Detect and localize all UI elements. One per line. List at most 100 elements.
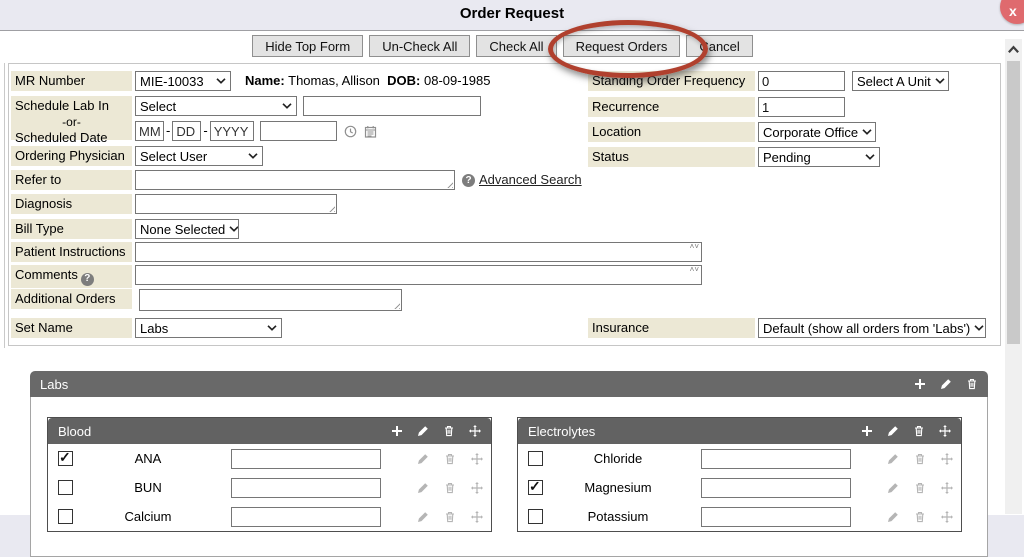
trash-icon[interactable] bbox=[444, 453, 456, 465]
trash-icon[interactable] bbox=[914, 482, 926, 494]
schedule-lab-in-input[interactable] bbox=[303, 96, 481, 116]
lab-item-input[interactable] bbox=[701, 507, 851, 527]
request-orders-button[interactable]: Request Orders bbox=[563, 35, 681, 57]
lab-item-row: BUN bbox=[48, 473, 491, 502]
lab-item-checkbox[interactable] bbox=[528, 509, 543, 524]
chevron-up-icon[interactable] bbox=[1007, 42, 1020, 56]
clock-icon[interactable] bbox=[344, 125, 357, 138]
move-icon[interactable] bbox=[471, 482, 483, 494]
date-month-input[interactable] bbox=[135, 121, 164, 141]
lab-item-name: Chloride bbox=[543, 451, 693, 466]
status-label: Status bbox=[588, 147, 755, 167]
date-day-input[interactable] bbox=[172, 121, 201, 141]
pencil-icon[interactable] bbox=[887, 453, 899, 465]
pencil-icon[interactable] bbox=[940, 378, 952, 390]
electrolytes-panel-title: Electrolytes bbox=[528, 424, 595, 439]
trash-icon[interactable] bbox=[913, 425, 925, 437]
trash-icon[interactable] bbox=[443, 425, 455, 437]
refer-to-label: Refer to bbox=[11, 170, 132, 190]
plus-icon[interactable] bbox=[391, 425, 403, 437]
lab-item-input[interactable] bbox=[231, 478, 381, 498]
plus-icon[interactable] bbox=[861, 425, 873, 437]
order-form: MR Number MIE-10033 Name: Thomas, Alliso… bbox=[8, 63, 1001, 346]
standing-order-frequency-label: Standing Order Frequency bbox=[588, 71, 755, 91]
standing-order-frequency-input[interactable] bbox=[758, 71, 845, 91]
help-icon[interactable]: ? bbox=[81, 273, 94, 286]
move-icon[interactable] bbox=[471, 511, 483, 523]
move-icon[interactable] bbox=[469, 425, 481, 437]
recurrence-label: Recurrence bbox=[588, 97, 755, 117]
lab-item-checkbox[interactable] bbox=[528, 480, 543, 495]
patient-instructions-input[interactable] bbox=[135, 242, 702, 262]
lab-item-checkbox[interactable] bbox=[528, 451, 543, 466]
spinner-arrows-icon[interactable]: ˄˅ bbox=[690, 243, 699, 251]
diagnosis-label: Diagnosis bbox=[11, 194, 132, 214]
lab-item-row: Potassium bbox=[518, 502, 961, 531]
check-all-button[interactable]: Check All bbox=[476, 35, 556, 57]
refer-to-input[interactable] bbox=[135, 170, 455, 190]
plus-icon[interactable] bbox=[914, 378, 926, 390]
lab-item-checkbox[interactable] bbox=[58, 480, 73, 495]
set-name-select[interactable]: Labs bbox=[135, 318, 282, 338]
scrollbar-thumb[interactable] bbox=[1007, 61, 1020, 344]
lab-item-input[interactable] bbox=[701, 449, 851, 469]
toolbar: Hide Top Form Un-Check All Check All Req… bbox=[0, 35, 1005, 57]
trash-icon[interactable] bbox=[914, 453, 926, 465]
trash-icon[interactable] bbox=[914, 511, 926, 523]
vertical-scrollbar[interactable] bbox=[1005, 39, 1022, 514]
move-icon[interactable] bbox=[471, 453, 483, 465]
page-title: Order Request bbox=[0, 5, 1024, 22]
lab-item-checkbox[interactable] bbox=[58, 451, 73, 466]
move-icon[interactable] bbox=[941, 511, 953, 523]
additional-orders-input[interactable] bbox=[139, 289, 402, 311]
mr-number-select[interactable]: MIE-10033 bbox=[135, 71, 231, 91]
comments-input[interactable] bbox=[135, 265, 702, 285]
status-select[interactable]: Pending bbox=[758, 147, 880, 167]
cancel-button[interactable]: Cancel bbox=[686, 35, 752, 57]
ordering-physician-select[interactable]: Select User bbox=[135, 146, 263, 166]
lab-item-input[interactable] bbox=[231, 449, 381, 469]
pencil-icon[interactable] bbox=[887, 482, 899, 494]
ordering-physician-label: Ordering Physician bbox=[11, 146, 132, 166]
advanced-search-link[interactable]: Advanced Search bbox=[479, 170, 582, 190]
lab-item-input[interactable] bbox=[701, 478, 851, 498]
chevron-down-icon bbox=[862, 129, 872, 135]
mr-number-label: MR Number bbox=[11, 71, 132, 91]
time-input[interactable] bbox=[260, 121, 337, 141]
bill-type-select[interactable]: None Selected bbox=[135, 219, 239, 239]
lab-item-name: Magnesium bbox=[543, 480, 693, 495]
diagnosis-input[interactable] bbox=[135, 194, 337, 214]
lab-item-input[interactable] bbox=[231, 507, 381, 527]
date-year-input[interactable] bbox=[210, 121, 254, 141]
schedule-lab-in-select[interactable]: Select bbox=[135, 96, 297, 116]
trash-icon[interactable] bbox=[444, 482, 456, 494]
unit-select[interactable]: Select A Unit bbox=[852, 71, 949, 91]
labs-section-title: Labs bbox=[40, 377, 68, 392]
insurance-label: Insurance bbox=[588, 318, 755, 338]
electrolytes-panel-header: Electrolytes bbox=[518, 418, 961, 444]
pencil-icon[interactable] bbox=[887, 425, 899, 437]
location-select[interactable]: Corporate Office bbox=[758, 122, 876, 142]
spinner-arrows-icon[interactable]: ˄˅ bbox=[690, 266, 699, 274]
recurrence-input[interactable] bbox=[758, 97, 845, 117]
pencil-icon[interactable] bbox=[887, 511, 899, 523]
lab-item-checkbox[interactable] bbox=[58, 509, 73, 524]
pencil-icon[interactable] bbox=[417, 511, 429, 523]
pencil-icon[interactable] bbox=[417, 425, 429, 437]
pencil-icon[interactable] bbox=[417, 482, 429, 494]
chevron-down-icon bbox=[282, 103, 292, 109]
hide-top-form-button[interactable]: Hide Top Form bbox=[252, 35, 363, 57]
move-icon[interactable] bbox=[941, 453, 953, 465]
calendar-icon[interactable] bbox=[364, 125, 377, 138]
trash-icon[interactable] bbox=[444, 511, 456, 523]
move-icon[interactable] bbox=[939, 425, 951, 437]
patient-instructions-label: Patient Instructions bbox=[11, 242, 132, 262]
insurance-select[interactable]: Default (show all orders from 'Labs') bbox=[758, 318, 986, 338]
uncheck-all-button[interactable]: Un-Check All bbox=[369, 35, 470, 57]
trash-icon[interactable] bbox=[966, 378, 978, 390]
lab-item-row: ANA bbox=[48, 444, 491, 473]
help-icon[interactable]: ? bbox=[462, 174, 475, 187]
pencil-icon[interactable] bbox=[417, 453, 429, 465]
move-icon[interactable] bbox=[941, 482, 953, 494]
labs-section-body: Blood ANA BUN bbox=[30, 397, 988, 557]
